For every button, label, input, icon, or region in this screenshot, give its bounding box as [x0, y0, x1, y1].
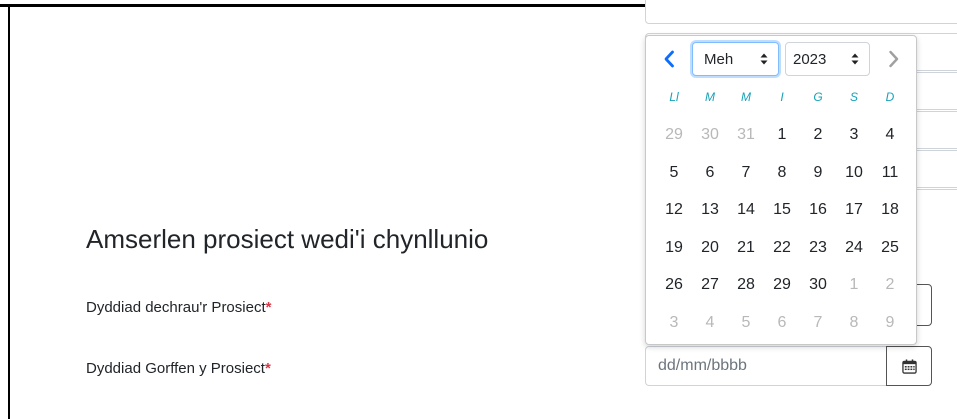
calendar-day-outside-month[interactable]: 5: [728, 309, 764, 347]
calendar-day[interactable]: 15: [764, 196, 800, 234]
calendar-day-outside-month[interactable]: 9: [872, 309, 908, 347]
input-top-partial[interactable]: [645, 0, 957, 24]
calendar-day-outside-month[interactable]: 4: [692, 309, 728, 347]
prev-month-button[interactable]: [660, 48, 678, 70]
calendar-day[interactable]: 23: [800, 234, 836, 272]
calendar-day[interactable]: 3: [836, 121, 872, 159]
calendar-week-row: 12 13 14 15 16 17 18: [656, 196, 908, 234]
calendar-day[interactable]: 1: [764, 121, 800, 159]
calendar-day-outside-month[interactable]: 31: [728, 121, 764, 159]
calendar-week-row: 29 30 31 1 2 3 4: [656, 121, 908, 159]
weekday-label: M: [705, 90, 715, 104]
calendar-day[interactable]: 16: [800, 196, 836, 234]
start-date-label: Dyddiad dechrau'r Prosiect*: [86, 299, 272, 316]
calendar-week-row: 5 6 7 8 9 10 11: [656, 159, 908, 197]
month-select-value: Meh: [704, 50, 734, 68]
calendar-day[interactable]: 19: [656, 234, 692, 272]
calendar-week-row: 19 20 21 22 23 24 25: [656, 234, 908, 272]
calendar-day[interactable]: 27: [692, 271, 728, 309]
weekday-label: M: [741, 90, 751, 104]
year-select[interactable]: 2023: [785, 42, 870, 76]
calendar-day[interactable]: 5: [656, 159, 692, 197]
weekday-label: G: [813, 90, 823, 104]
calendar-day[interactable]: 28: [728, 271, 764, 309]
calendar-week-row: 26 27 28 29 30 1 2: [656, 271, 908, 309]
calendar-day[interactable]: 10: [836, 159, 872, 197]
calendar-day[interactable]: 2: [800, 121, 836, 159]
weekday-header-row: Ll M M I G S D: [656, 86, 908, 108]
calendar-day-outside-month[interactable]: 3: [656, 309, 692, 347]
calendar-day[interactable]: 12: [656, 196, 692, 234]
calendar-day[interactable]: 24: [836, 234, 872, 272]
calendar-day-outside-month[interactable]: 30: [692, 121, 728, 159]
calendar-day-outside-month[interactable]: 29: [656, 121, 692, 159]
section-title: Amserlen prosiect wedi'i chynllunio: [86, 224, 489, 254]
chevron-left-icon: [664, 50, 674, 68]
calendar-day-outside-month[interactable]: 1: [836, 271, 872, 309]
end-date-input[interactable]: dd/mm/bbbb: [645, 346, 886, 386]
calendar-week-row: 3456789: [656, 309, 908, 347]
weekday-label: Ll: [669, 90, 679, 104]
calendar-day-outside-month[interactable]: 7: [800, 309, 836, 347]
calendar-day-outside-month[interactable]: 2: [872, 271, 908, 309]
calendar-day[interactable]: 21: [728, 234, 764, 272]
year-select-value: 2023: [793, 50, 827, 68]
calendar-day[interactable]: 13: [692, 196, 728, 234]
month-select[interactable]: Meh: [692, 42, 779, 76]
calendar-day-outside-month[interactable]: 6: [764, 309, 800, 347]
calendar-day[interactable]: 7: [728, 159, 764, 197]
calendar-day[interactable]: 20: [692, 234, 728, 272]
next-month-button[interactable]: [885, 48, 903, 70]
select-arrows-icon: [851, 53, 859, 65]
calendar-day[interactable]: 29: [764, 271, 800, 309]
weekday-label: D: [885, 90, 895, 104]
calendar-day[interactable]: 4: [872, 121, 908, 159]
required-asterisk: *: [265, 299, 272, 316]
calendar-icon: [901, 358, 917, 374]
calendar-day[interactable]: 11: [872, 159, 908, 197]
calendar-grid: 29 30 31 1 2 3 4 5 6 7 8 9 10 11 12 13 14 15 16 17 18 19 20 21 2…: [656, 121, 908, 346]
end-date-calendar-button[interactable]: [886, 346, 932, 386]
datepicker-popup: Meh 2023 Ll M M I G S D 29 30 31 1 2 3 4 5 6 7 8 9 10 11 12 1…: [645, 35, 917, 345]
calendar-day[interactable]: 8: [764, 159, 800, 197]
calendar-day[interactable]: 18: [872, 196, 908, 234]
chevron-right-icon: [889, 50, 899, 68]
frame-left-border: [8, 4, 10, 419]
datepicker-header: Meh 2023: [646, 36, 916, 84]
calendar-day[interactable]: 22: [764, 234, 800, 272]
calendar-day[interactable]: 9: [800, 159, 836, 197]
calendar-day[interactable]: 30: [800, 271, 836, 309]
select-arrows-icon: [760, 53, 768, 65]
calendar-day[interactable]: 25: [872, 234, 908, 272]
end-date-label: Dyddiad Gorffen y Prosiect*: [86, 360, 271, 377]
weekday-label: S: [849, 90, 858, 104]
calendar-day[interactable]: 26: [656, 271, 692, 309]
calendar-day[interactable]: 14: [728, 196, 764, 234]
weekday-label: I: [780, 90, 784, 104]
end-date-input-group: dd/mm/bbbb: [645, 346, 932, 386]
calendar-day-outside-month[interactable]: 8: [836, 309, 872, 347]
calendar-day[interactable]: 17: [836, 196, 872, 234]
calendar-day[interactable]: 6: [692, 159, 728, 197]
required-asterisk: *: [264, 360, 271, 377]
